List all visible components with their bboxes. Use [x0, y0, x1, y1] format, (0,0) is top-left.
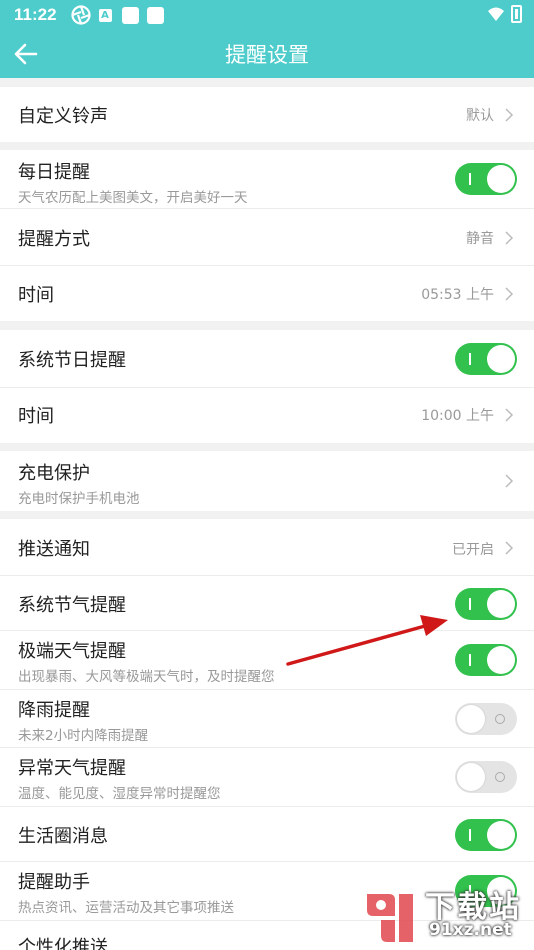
row-festival-time[interactable]: 时间 10:00 上午	[0, 388, 534, 443]
daily-reminder-toggle[interactable]	[455, 163, 517, 195]
row-subtitle: 出现暴雨、大风等极端天气时，及时提醒您	[18, 669, 275, 685]
row-label: 每日提醒	[18, 162, 90, 183]
aperture-icon	[70, 5, 91, 25]
row-label: 极端天气提醒	[18, 641, 126, 662]
row-label: 系统节气提醒	[18, 595, 126, 616]
watermark-url: 91xz.net	[429, 920, 512, 940]
row-label: 降雨提醒	[18, 700, 90, 721]
chevron-right-icon	[505, 287, 514, 301]
back-arrow-icon[interactable]	[10, 38, 42, 70]
extreme-weather-toggle[interactable]	[455, 644, 517, 676]
rain-reminder-toggle[interactable]	[455, 703, 517, 735]
row-extreme-weather: 极端天气提醒 出现暴雨、大风等极端天气时，及时提醒您	[0, 631, 534, 690]
row-subtitle: 温度、能见度、湿度异常时提醒您	[18, 786, 221, 802]
row-label: 推送通知	[18, 539, 90, 560]
settings-group-ringtone: 自定义铃声 默认	[0, 87, 534, 142]
chevron-right-icon	[505, 408, 514, 422]
row-daily-time[interactable]: 时间 05:53 上午	[0, 266, 534, 321]
row-label: 异常天气提醒	[18, 758, 126, 779]
app-header: 提醒设置	[0, 30, 534, 78]
row-rain-reminder: 降雨提醒 未来2小时内降雨提醒	[0, 690, 534, 748]
notification-square-icon	[121, 6, 139, 24]
row-label: 个性化推送	[18, 937, 108, 950]
row-push-notification[interactable]: 推送通知 已开启	[0, 519, 534, 576]
row-reminder-method[interactable]: 提醒方式 静音	[0, 209, 534, 266]
chevron-right-icon	[505, 231, 514, 245]
festival-reminder-toggle[interactable]	[455, 343, 517, 375]
life-circle-toggle[interactable]	[455, 819, 517, 851]
row-value: 静音	[466, 231, 494, 247]
row-value: 05:53 上午	[421, 287, 494, 303]
status-bar: 11:22 A	[0, 0, 534, 30]
row-label: 时间	[18, 285, 54, 306]
settings-group-festival: 系统节日提醒 时间 10:00 上午	[0, 330, 534, 443]
settings-group-daily: 每日提醒 天气农历配上美图美文，开启美好一天 提醒方式 静音 时间 05:53 …	[0, 150, 534, 321]
row-daily-reminder: 每日提醒 天气农历配上美图美文，开启美好一天	[0, 150, 534, 209]
row-label: 提醒方式	[18, 229, 90, 250]
row-subtitle: 天气农历配上美图美文，开启美好一天	[18, 190, 248, 206]
row-label: 系统节日提醒	[18, 350, 126, 371]
row-subtitle: 充电时保护手机电池	[18, 491, 140, 507]
battery-icon	[511, 5, 522, 23]
row-subtitle: 热点资讯、运营活动及其它事项推送	[18, 900, 234, 916]
row-label: 自定义铃声	[18, 106, 108, 127]
a-notification-icon: A	[98, 8, 112, 22]
notification-square-icon-2	[146, 6, 164, 24]
row-solar-term-reminder: 系统节气提醒	[0, 576, 534, 631]
row-life-circle: 生活圈消息	[0, 807, 534, 862]
row-label: 提醒助手	[18, 872, 90, 893]
row-value: 默认	[466, 108, 494, 124]
row-value: 已开启	[452, 542, 494, 558]
solar-term-toggle[interactable]	[455, 588, 517, 620]
row-value: 10:00 上午	[421, 408, 494, 424]
row-festival-reminder: 系统节日提醒	[0, 330, 534, 388]
chevron-right-icon	[505, 541, 514, 555]
row-label: 时间	[18, 406, 54, 427]
chevron-right-icon	[505, 474, 514, 488]
settings-group-charging: 充电保护 充电时保护手机电池	[0, 451, 534, 511]
wifi-icon	[488, 7, 504, 21]
row-subtitle: 未来2小时内降雨提醒	[18, 728, 149, 744]
watermark: 下载站 91xz.net	[359, 880, 534, 950]
row-label: 充电保护	[18, 463, 90, 484]
abnormal-weather-toggle[interactable]	[455, 761, 517, 793]
row-abnormal-weather: 异常天气提醒 温度、能见度、湿度异常时提醒您	[0, 748, 534, 807]
row-label: 生活圈消息	[18, 826, 108, 847]
page-title: 提醒设置	[225, 43, 309, 67]
watermark-logo-icon	[367, 894, 413, 942]
status-time: 11:22	[14, 5, 57, 24]
row-charging-protection[interactable]: 充电保护 充电时保护手机电池	[0, 451, 534, 511]
row-custom-ringtone[interactable]: 自定义铃声 默认	[0, 87, 534, 142]
chevron-right-icon	[505, 108, 514, 122]
